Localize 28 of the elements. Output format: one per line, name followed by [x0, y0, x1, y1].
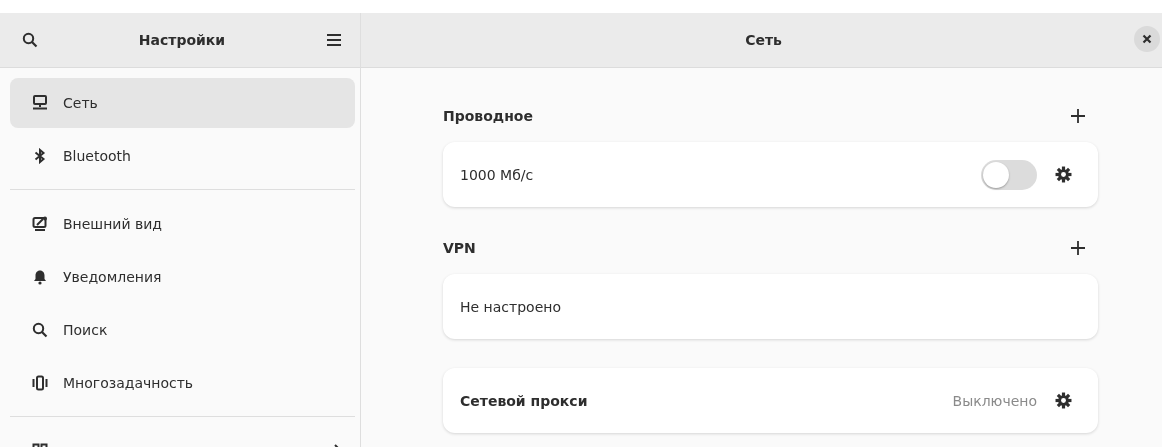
row-value: Выключено [952, 392, 1037, 409]
computer-icon [32, 95, 48, 111]
menu-icon[interactable] [326, 32, 342, 48]
bell-icon [32, 269, 48, 285]
close-icon [1142, 34, 1152, 44]
add-icon[interactable] [1070, 108, 1086, 124]
sidebar-item[interactable]: Bluetooth [10, 131, 355, 181]
add-icon[interactable] [1070, 240, 1086, 256]
close-button[interactable] [1134, 26, 1160, 52]
sidebar-item[interactable]: Поиск [10, 305, 355, 355]
settings-icon[interactable] [1055, 166, 1072, 183]
row-label: 1000 Мб/с [460, 166, 535, 183]
sidebar-item[interactable]: Многозадачность [10, 358, 355, 408]
row-label: Сетевой прокси [460, 392, 589, 409]
monitor-icon [32, 216, 48, 232]
row-label: Не настроено [460, 298, 562, 315]
search-icon [32, 322, 48, 338]
multitasking-icon [32, 375, 48, 391]
sidebar-item[interactable]: Сеть [10, 78, 355, 128]
toggle-switch[interactable] [981, 159, 1037, 190]
search-icon[interactable] [22, 32, 38, 48]
section-title: Проводное [443, 108, 533, 124]
page-title: Сеть [745, 32, 782, 48]
sidebar-item[interactable]: Внешний вид [10, 199, 355, 249]
section-title: VPN [443, 240, 476, 256]
sidebar-item[interactable]: Уведомления [10, 252, 355, 302]
settings-icon[interactable] [1055, 392, 1072, 409]
sidebar-title: Настройки [138, 32, 226, 48]
